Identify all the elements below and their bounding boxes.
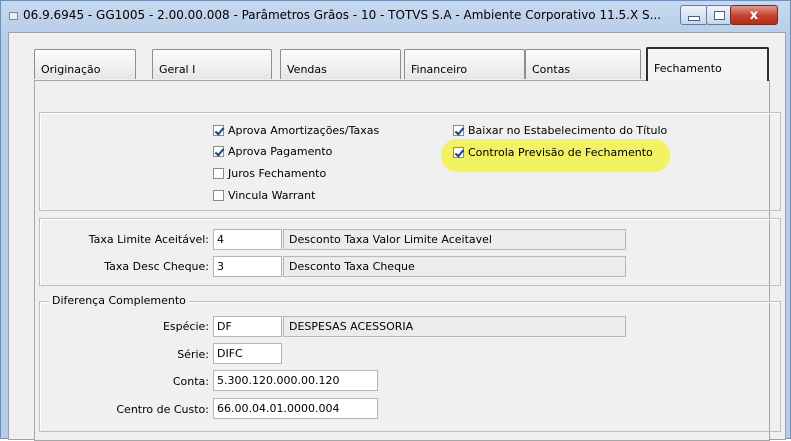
centro-custo-input[interactable]: 66.00.04.01.0000.004	[213, 398, 378, 419]
tab-vendas[interactable]: Vendas	[280, 49, 401, 79]
group-legend: Diferença Complemento	[49, 294, 189, 307]
checkbox-label: Aprova Amortizações/Taxas	[228, 123, 380, 137]
tab-originacao[interactable]: Originação	[34, 49, 136, 79]
window-icon[interactable]	[9, 12, 18, 20]
checkbox-box[interactable]	[453, 146, 464, 158]
checkbox-baixar-estabelecimento[interactable]: Baixar no Estabelecimento do Título	[453, 122, 667, 138]
serie-label: Série:	[177, 348, 209, 361]
checkbox-juros-fechamento[interactable]: Juros Fechamento	[213, 165, 326, 181]
tab-label: Vendas	[287, 63, 327, 76]
taxa-cheque-description: Desconto Taxa Cheque	[283, 256, 626, 277]
especie-label: Espécie:	[162, 320, 209, 333]
tab-financeiro[interactable]: Financeiro	[404, 49, 525, 79]
taxa-limite-label: Taxa Limite Aceitável:	[88, 233, 209, 246]
taxa-limite-description: Desconto Taxa Valor Limite Aceitavel	[283, 229, 626, 250]
maximize-icon	[713, 10, 725, 20]
checkbox-label: Controla Previsão de Fechamento	[468, 145, 653, 159]
especie-input[interactable]: DF	[213, 316, 282, 337]
tab-label: Financeiro	[411, 63, 468, 76]
minimize-button[interactable]	[680, 5, 708, 25]
checkbox-label: Baixar no Estabelecimento do Título	[468, 123, 668, 137]
checkbox-box[interactable]	[213, 167, 224, 179]
tab-label: Fechamento	[654, 62, 722, 75]
options-group	[39, 112, 781, 211]
checkbox-vincula-warrant[interactable]: Vincula Warrant	[213, 187, 315, 203]
tab-contas[interactable]: Contas	[525, 49, 641, 79]
maximize-button[interactable]	[706, 5, 732, 25]
conta-label: Conta:	[172, 375, 209, 388]
especie-description: DESPESAS ACESSORIA	[283, 316, 626, 337]
tab-label: Contas	[532, 63, 571, 76]
checkbox-box[interactable]	[453, 124, 464, 136]
checkbox-box[interactable]	[213, 145, 224, 157]
checkbox-controla-previsao[interactable]: Controla Previsão de Fechamento	[453, 144, 653, 160]
centro-custo-label: Centro de Custo:	[116, 403, 209, 416]
taxa-cheque-label: Taxa Desc Cheque:	[104, 260, 209, 273]
checkbox-label: Juros Fechamento	[228, 166, 327, 180]
checkbox-label: Vincula Warrant	[228, 188, 316, 202]
taxa-cheque-input[interactable]: 3	[213, 256, 282, 277]
serie-input[interactable]: DIFC	[213, 343, 282, 364]
close-icon: x	[749, 7, 759, 23]
minimize-icon	[688, 15, 700, 21]
title-bar[interactable]: 06.9.6945 - GG1005 - 2.00.00.008 - Parâm…	[1, 1, 790, 31]
checkbox-aprova-pagamento[interactable]: Aprova Pagamento	[213, 143, 332, 159]
window-title: 06.9.6945 - GG1005 - 2.00.00.008 - Parâm…	[23, 8, 662, 22]
conta-input[interactable]: 5.300.120.000.00.120	[213, 370, 378, 391]
application-window: 06.9.6945 - GG1005 - 2.00.00.008 - Parâm…	[0, 0, 791, 441]
tab-fechamento[interactable]: Fechamento	[646, 47, 769, 81]
checkbox-box[interactable]	[213, 189, 224, 201]
taxa-limite-input[interactable]: 4	[213, 229, 282, 250]
tab-geral-i[interactable]: Geral I	[152, 49, 272, 79]
checkbox-label: Aprova Pagamento	[228, 144, 333, 158]
tab-label: Geral I	[159, 63, 196, 76]
checkbox-box[interactable]	[213, 124, 224, 136]
tab-label: Originação	[41, 63, 101, 76]
checkbox-aprova-amortizacoes[interactable]: Aprova Amortizações/Taxas	[213, 122, 379, 138]
close-button[interactable]: x	[730, 5, 778, 25]
